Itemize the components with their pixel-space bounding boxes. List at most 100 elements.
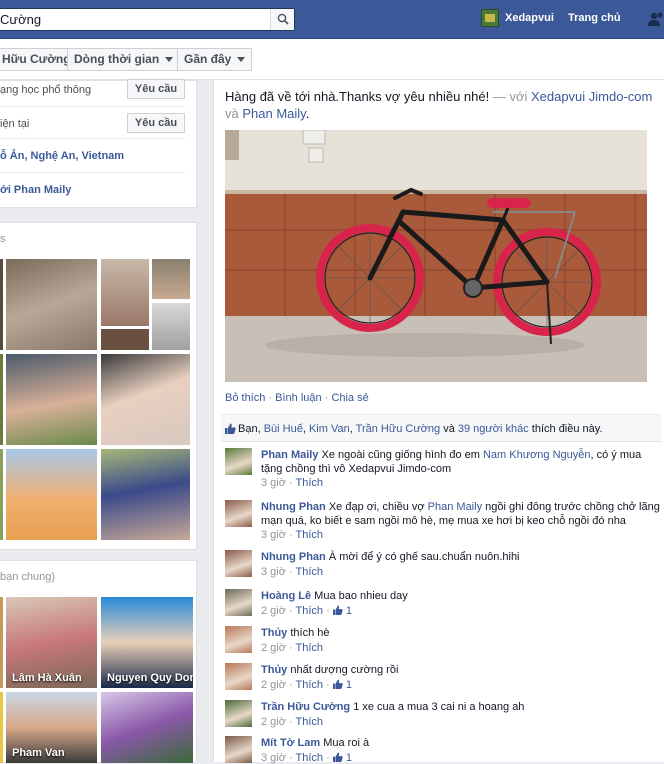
commenter-name[interactable]: Mít Tờ Lam	[261, 737, 320, 749]
comment-body: Phan Maily Xe ngoài cũng giống hình đo e…	[261, 448, 661, 476]
separator-dot: ·	[285, 716, 296, 728]
comment-meta: 2 giờ · Thích · 1	[261, 605, 352, 617]
comment-like-count[interactable]: 1	[346, 752, 352, 764]
tagged-page-link[interactable]: Xedapvui Jimdo-com	[531, 89, 652, 104]
relationship-link[interactable]: ới Phan Maily	[0, 184, 71, 196]
comment-meta: 2 giờ · Thích	[261, 716, 323, 728]
timeline-dropdown[interactable]: Dòng thời gian	[67, 48, 181, 71]
bicycle-photo-illustration	[225, 130, 647, 382]
comment-text: Xe đạp ơi, chiều vợ	[325, 501, 428, 513]
comment-like-link[interactable]: Thích	[296, 605, 324, 617]
others-link[interactable]: 39 người khác	[458, 423, 529, 435]
search-button[interactable]	[270, 9, 294, 30]
post-end: .	[305, 106, 310, 121]
comment-like-link[interactable]: Thích	[296, 642, 324, 654]
commenter-avatar[interactable]	[225, 626, 252, 653]
comment-text: Xe ngoài cũng giống hình đo em	[318, 449, 483, 461]
like-thumb-icon	[225, 423, 236, 434]
request-city-button[interactable]: Yêu cầu	[127, 113, 185, 133]
friend-thumbnail[interactable]: Nguyen Quy Don	[101, 597, 193, 688]
commenter-avatar[interactable]	[225, 700, 252, 727]
separator-dot: ·	[323, 679, 333, 691]
friend-thumbnail[interactable]: Pham Van	[6, 692, 97, 763]
friend-name[interactable]: Pham Van	[12, 747, 65, 759]
photo-thumbnail[interactable]	[0, 259, 3, 350]
friend-thumbnail[interactable]	[0, 692, 3, 763]
likes-summary: Bạn, Bùi Huế, Kim Van, Trần Hữu Cường và…	[221, 414, 661, 442]
about-row-relationship: ới Phan Maily	[0, 175, 185, 207]
commenter-avatar[interactable]	[225, 550, 252, 577]
unlike-link[interactable]: Bỏ thích	[225, 392, 265, 404]
commenter-avatar[interactable]	[225, 589, 252, 616]
tagged-user-link[interactable]: Phan Maily	[242, 106, 305, 121]
photo-thumbnail[interactable]	[101, 354, 190, 445]
liker-link[interactable]: Kim Van	[309, 423, 350, 435]
friend-thumbnail[interactable]: Lâm Hà Xuân	[6, 597, 97, 688]
share-link[interactable]: Chia sẻ	[331, 392, 368, 404]
comment-mention[interactable]: Nam Khương Nguyễn	[483, 449, 591, 461]
photo-thumbnail[interactable]	[152, 259, 190, 299]
comment-time[interactable]: 3 giờ	[261, 529, 286, 541]
photo-thumbnail[interactable]	[6, 259, 97, 350]
comment-like-link[interactable]: Thích	[296, 477, 324, 489]
friend-name[interactable]: Lâm Hà Xuân	[12, 672, 82, 684]
commenter-name[interactable]: Phan Maily	[261, 449, 318, 461]
search-bar[interactable]: Cường	[0, 8, 295, 31]
commenter-name[interactable]: Trần Hữu Cường	[261, 701, 350, 713]
photo-thumbnail[interactable]	[6, 449, 97, 540]
liker-link[interactable]: Trần Hữu Cường	[356, 423, 441, 435]
comment-time[interactable]: 3 giờ	[261, 752, 286, 764]
photo-thumbnail[interactable]	[152, 303, 190, 350]
comment-time[interactable]: 2 giờ	[261, 716, 286, 728]
commenter-name[interactable]: Thủy	[261, 664, 287, 676]
photo-thumbnail[interactable]	[101, 449, 190, 540]
search-input[interactable]: Cường	[0, 12, 41, 27]
comment-like-link[interactable]: Thích	[296, 752, 324, 764]
request-school-button[interactable]: Yêu cầu	[127, 79, 185, 99]
commenter-avatar[interactable]	[225, 500, 252, 527]
friend-thumbnail[interactable]	[101, 692, 193, 763]
commenter-avatar[interactable]	[225, 663, 252, 690]
photo-thumbnail[interactable]	[101, 259, 149, 326]
profile-avatar[interactable]	[481, 9, 499, 27]
comment-time[interactable]: 3 giờ	[261, 566, 286, 578]
about-row-city: iện tại Yêu cầu	[0, 107, 185, 139]
top-navigation-bar: Cường Xedapvui Trang chủ	[0, 0, 664, 39]
commenter-name[interactable]: Thủy	[261, 627, 287, 639]
comment-time[interactable]: 2 giờ	[261, 642, 286, 654]
comment-link[interactable]: Bình luận	[275, 392, 321, 404]
friend-requests-icon[interactable]	[648, 10, 664, 28]
post-photo[interactable]	[225, 130, 647, 382]
liker-link[interactable]: Bùi Huế	[264, 423, 303, 435]
comment-text: Mua roi à	[320, 737, 370, 749]
commenter-avatar[interactable]	[225, 736, 252, 763]
profile-name-button[interactable]: Hữu Cường	[0, 48, 78, 71]
recent-dropdown[interactable]: Gần đây	[177, 48, 253, 71]
commenter-name[interactable]: Nhung Phan	[261, 501, 326, 513]
search-icon	[277, 13, 289, 25]
profile-link[interactable]: Xedapvui	[505, 12, 554, 24]
comment-time[interactable]: 2 giờ	[261, 679, 286, 691]
comment-time[interactable]: 2 giờ	[261, 605, 286, 617]
comment-like-link[interactable]: Thích	[296, 679, 324, 691]
commenter-name[interactable]: Nhung Phan	[261, 551, 326, 563]
comment-like-link[interactable]: Thích	[296, 566, 324, 578]
commenter-avatar[interactable]	[225, 448, 252, 475]
photo-thumbnail[interactable]	[0, 354, 3, 445]
comment-time[interactable]: 3 giờ	[261, 477, 286, 489]
friend-thumbnail[interactable]	[0, 597, 3, 688]
profile-name-label: Hữu Cường	[2, 52, 71, 66]
commenter-name[interactable]: Hoàng Lê	[261, 590, 311, 602]
timeline-label: Dòng thời gian	[74, 52, 160, 66]
photo-thumbnail[interactable]	[0, 449, 3, 540]
comment-like-count[interactable]: 1	[346, 679, 352, 691]
comment-like-count[interactable]: 1	[346, 605, 352, 617]
photo-thumbnail[interactable]	[101, 329, 149, 350]
friend-name[interactable]: Nguyen Quy Don	[107, 672, 193, 684]
comment-like-link[interactable]: Thích	[296, 529, 324, 541]
comment-mention[interactable]: Phan Maily	[428, 501, 482, 513]
hometown-link[interactable]: ỗ Ản, Nghệ An, Vietnam	[0, 150, 124, 162]
home-link[interactable]: Trang chủ	[568, 12, 621, 24]
photo-thumbnail[interactable]	[6, 354, 97, 445]
comment-like-link[interactable]: Thích	[296, 716, 324, 728]
